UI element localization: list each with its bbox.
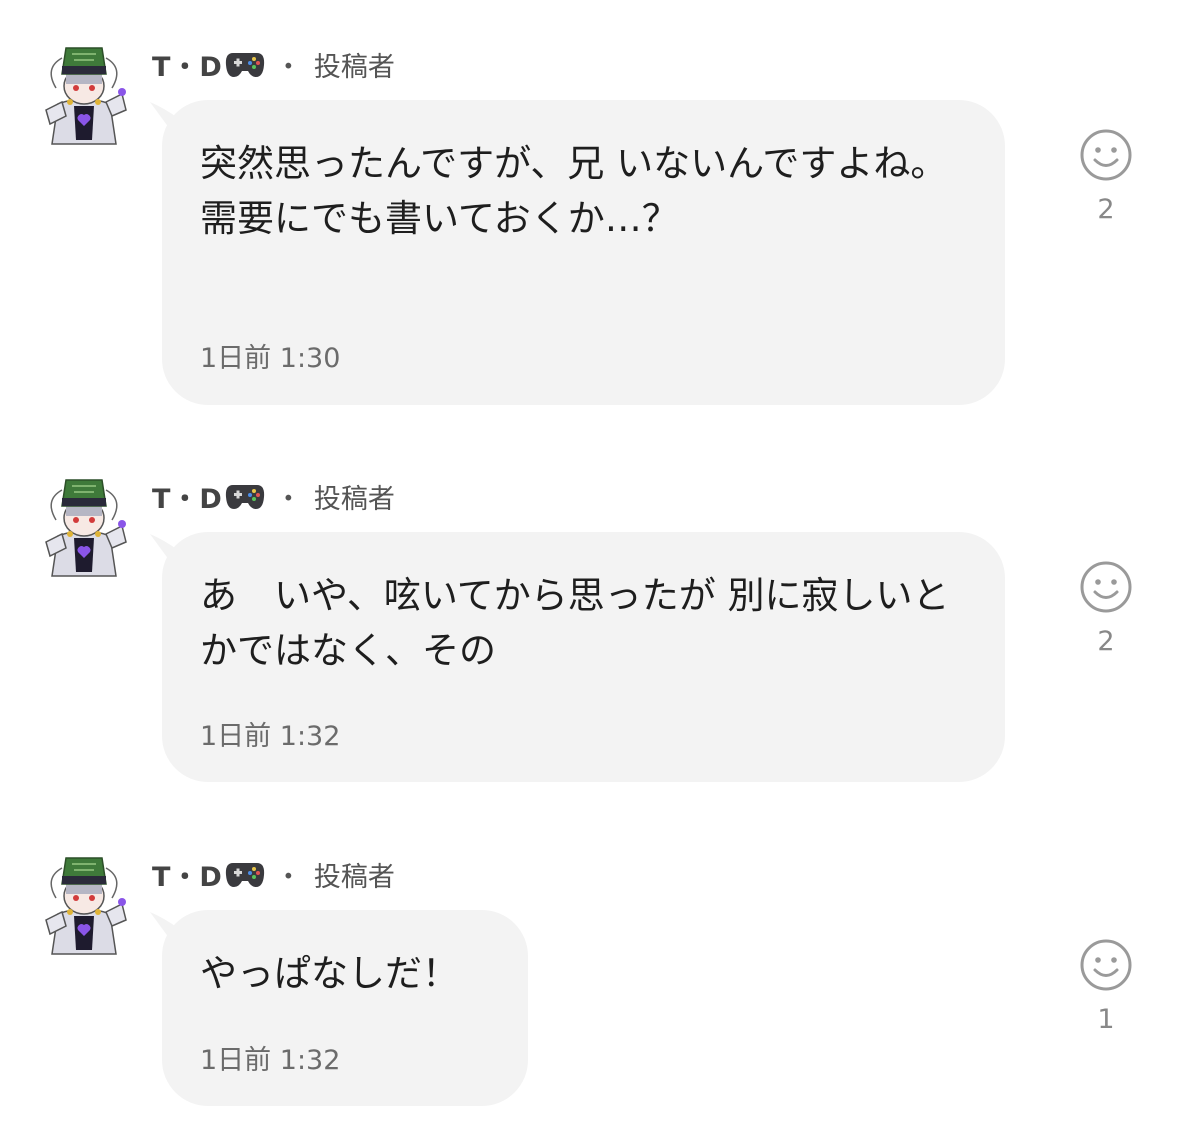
sender-separator: ・ bbox=[274, 483, 302, 515]
sender-separator: ・ bbox=[274, 51, 302, 83]
bubble-tail bbox=[150, 102, 178, 132]
sender-role: 投稿者 bbox=[313, 483, 395, 515]
message-bubble: あ いや、呟いてから思ったが 別に寂しいとかではなく、その 1日前 1:32 bbox=[150, 532, 1005, 782]
message-text: やっぱなしだ！ bbox=[200, 952, 459, 995]
message-bubble: やっぱなしだ！ 1日前 1:32 bbox=[150, 910, 528, 1106]
avatar-illustration bbox=[45, 857, 127, 955]
gamepad-icon bbox=[225, 859, 265, 889]
sender-line: T・D ・ 投稿者 bbox=[152, 476, 395, 516]
message-time: 1日前 1:32 bbox=[200, 1045, 341, 1076]
message-text: あ いや、呟いてから思ったが 別に寂しいとかではなく、その bbox=[200, 574, 950, 672]
message-text: 突然思ったんですが、兄 いないんですよね。 需要にでも書いておくか…？ bbox=[200, 142, 948, 240]
smiley-icon bbox=[1080, 129, 1132, 181]
message-time: 1日前 1:32 bbox=[200, 721, 341, 752]
sender-role: 投稿者 bbox=[313, 51, 395, 83]
avatar[interactable] bbox=[36, 44, 132, 148]
bubble-tail bbox=[150, 534, 178, 564]
gamepad-icon bbox=[225, 481, 265, 511]
smiley-icon bbox=[1080, 939, 1132, 991]
sender-line: T・D ・ 投稿者 bbox=[152, 44, 395, 84]
message-bubble: 突然思ったんですが、兄 いないんですよね。 需要にでも書いておくか…？ 1日前 … bbox=[150, 100, 1005, 405]
sender-role: 投稿者 bbox=[313, 861, 395, 893]
avatar[interactable] bbox=[36, 476, 132, 580]
sender-name[interactable]: T・D bbox=[152, 477, 223, 516]
bubble-tail bbox=[150, 912, 178, 942]
sender-name[interactable]: T・D bbox=[152, 45, 223, 84]
sender-line: T・D ・ 投稿者 bbox=[152, 854, 395, 894]
gamepad-icon bbox=[225, 49, 265, 79]
reaction-count: 2 bbox=[1097, 626, 1115, 657]
message-time: 1日前 1:30 bbox=[200, 343, 341, 374]
reaction-button[interactable]: 2 bbox=[1078, 128, 1134, 225]
reaction-count: 1 bbox=[1097, 1004, 1115, 1035]
avatar[interactable] bbox=[36, 854, 132, 958]
sender-separator: ・ bbox=[274, 861, 302, 893]
avatar-illustration bbox=[45, 47, 127, 145]
reaction-button[interactable]: 1 bbox=[1078, 938, 1134, 1035]
avatar-illustration bbox=[45, 479, 127, 577]
sender-name[interactable]: T・D bbox=[152, 855, 223, 894]
reaction-count: 2 bbox=[1097, 194, 1115, 225]
smiley-icon bbox=[1080, 561, 1132, 613]
reaction-button[interactable]: 2 bbox=[1078, 560, 1134, 657]
